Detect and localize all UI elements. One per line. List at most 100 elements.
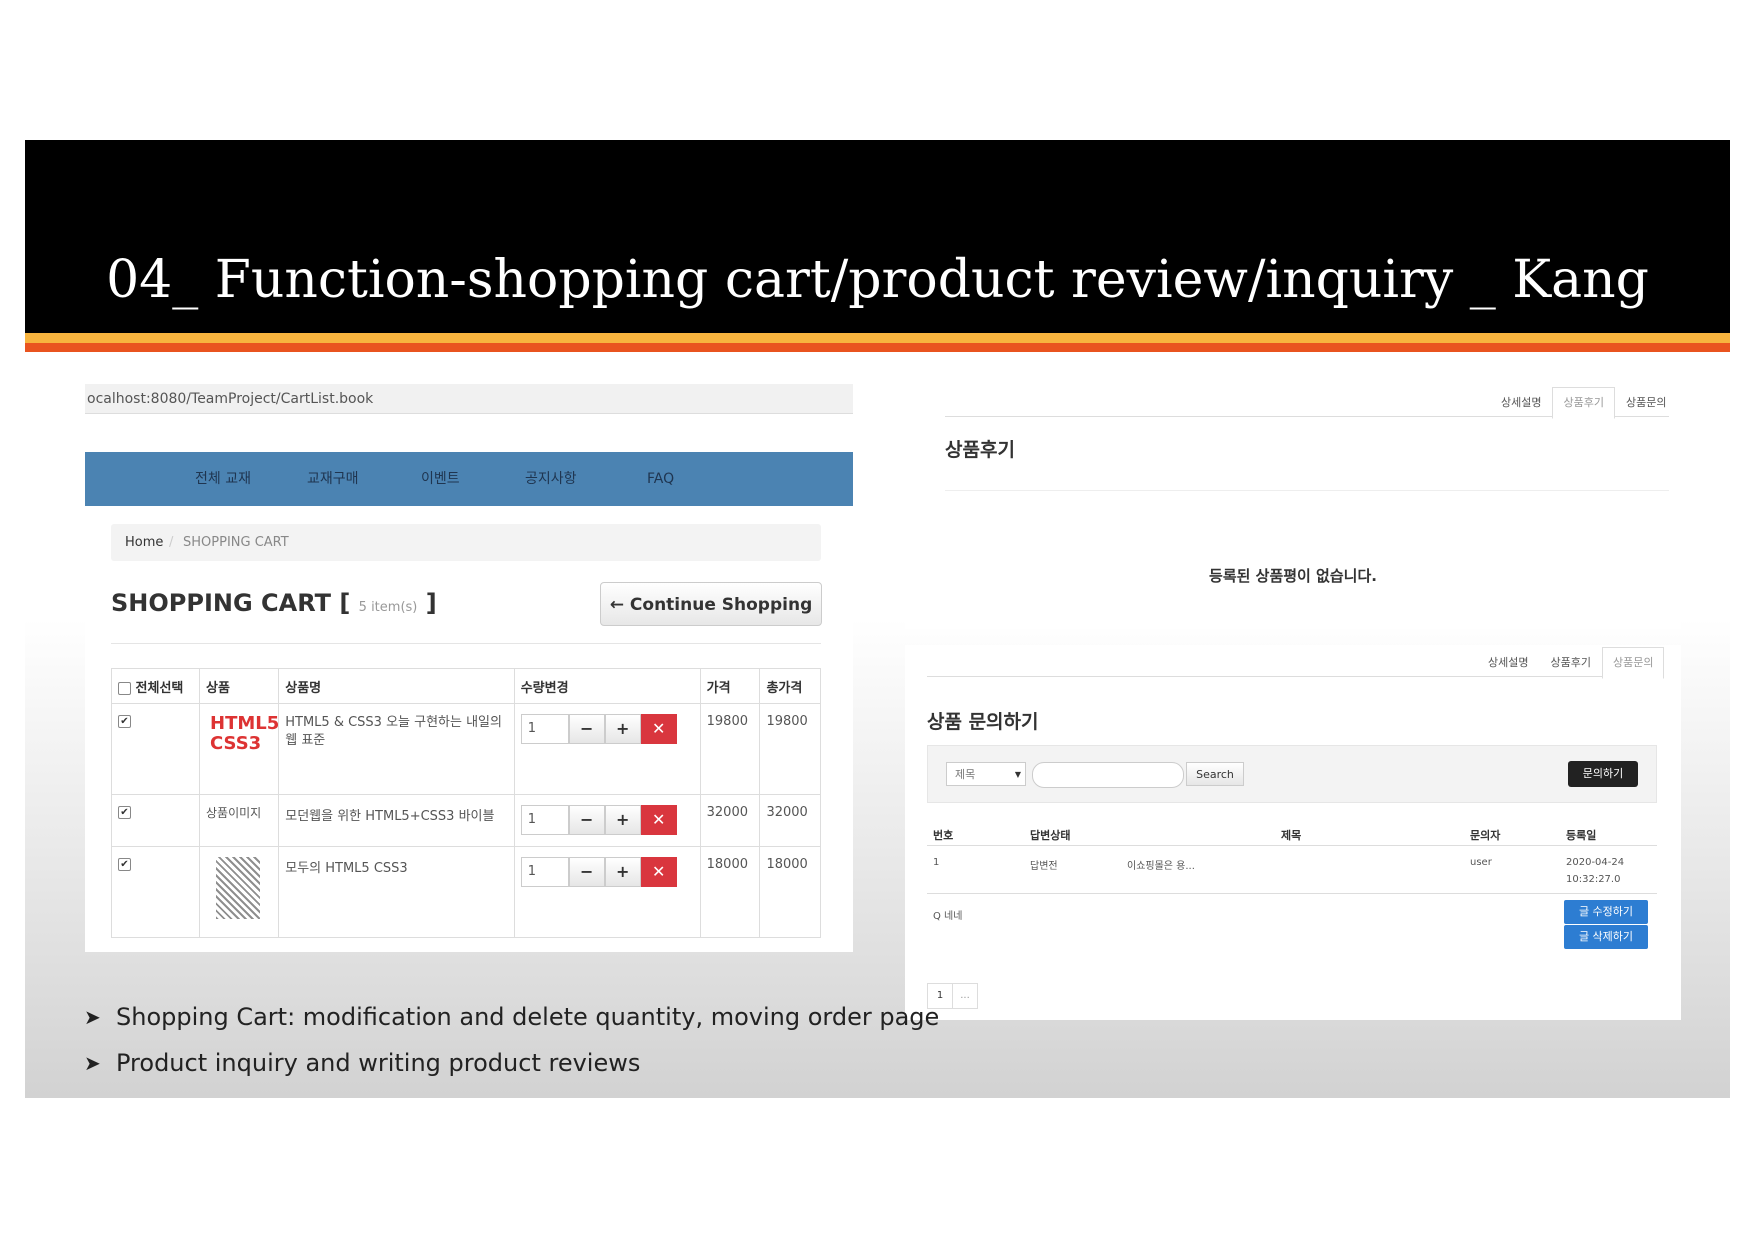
slide: 04_ Function-shopping cart/product revie…: [25, 140, 1730, 1098]
search-button[interactable]: Search: [1186, 762, 1244, 786]
col-total: 총가격: [759, 668, 821, 704]
total-price: 18000: [759, 846, 821, 938]
delete-post-button[interactable]: 글 삭제하기: [1564, 925, 1648, 949]
nav-item-all-books[interactable]: 전체 교재: [195, 452, 251, 506]
remove-button[interactable]: ✕: [640, 805, 677, 835]
quantity-stepper: 1− + ✕: [520, 805, 694, 835]
question-text: Q 네네: [933, 911, 963, 922]
nav-item-notice[interactable]: 공지사항: [525, 452, 577, 506]
product-name: 모두의 HTML5 CSS3: [278, 846, 515, 938]
page-link-more[interactable]: ...: [952, 983, 978, 1009]
bracket-open: [: [339, 589, 351, 617]
breadcrumb: Home / SHOPPING CART: [111, 524, 821, 561]
book-cover-text: HTML5 CSS3: [210, 713, 280, 754]
accent-stripe-orange: [25, 343, 1730, 352]
arrow-bullet-icon: ➤: [84, 1051, 101, 1075]
accent-stripe-yellow: [25, 333, 1730, 343]
bullet-text: Shopping Cart: modification and delete q…: [116, 1003, 940, 1031]
quantity-stepper: 1− + ✕: [520, 714, 694, 744]
inquiry-title-link[interactable]: 이쇼핑몰은 용...: [1127, 857, 1195, 872]
cart-table: 전체선택 상품 상품명 수량변경 가격 총가격 ✔ HTML5 CSS3 HTM…: [110, 668, 821, 938]
title-banner: 04_ Function-shopping cart/product revie…: [25, 140, 1730, 333]
nav-item-faq[interactable]: FAQ: [647, 452, 674, 506]
increase-button[interactable]: +: [604, 857, 641, 887]
tab-reviews[interactable]: 상품후기: [1539, 647, 1601, 679]
divider: [111, 643, 821, 644]
inquiry-tabs: 상세설명 상품후기 상품문의: [1477, 647, 1665, 679]
total-price: 19800: [759, 703, 821, 795]
quantity-input[interactable]: 1: [520, 714, 569, 744]
tab-reviews[interactable]: 상품후기: [1552, 387, 1615, 419]
remove-button[interactable]: ✕: [640, 714, 677, 744]
col-price: 가격: [699, 668, 761, 704]
row-checkbox[interactable]: ✔: [118, 806, 131, 819]
search-type-select[interactable]: 제목 ▼: [946, 762, 1026, 786]
row-checkbox[interactable]: ✔: [118, 858, 131, 871]
address-bar[interactable]: ocalhost:8080/TeamProject/CartList.book: [85, 384, 853, 414]
breadcrumb-current: SHOPPING CART: [183, 535, 289, 550]
table-row: ✔ HTML5 CSS3 HTML5 & CSS3 오늘 구현하는 내일의 웹 …: [110, 703, 821, 795]
inquiry-heading: 상품 문의하기: [927, 711, 1039, 733]
col-product: 상품: [199, 668, 280, 704]
tab-details[interactable]: 상세설명: [1477, 647, 1539, 679]
col-select-all-label: 전체선택: [135, 680, 184, 696]
inquiry-time: 10:32:27.0: [1566, 874, 1621, 885]
search-input[interactable]: [1032, 762, 1184, 788]
divider: [927, 893, 1657, 894]
arrow-left-icon: ←: [609, 595, 624, 615]
review-tabs: 상세설명 상품후기 상품문의: [1490, 387, 1677, 419]
arrow-bullet-icon: ➤: [84, 1005, 101, 1029]
table-header-row: 전체선택 상품 상품명 수량변경 가격 총가격: [110, 668, 821, 704]
review-screenshot: 상세설명 상품후기 상품문의 상품후기 등록된 상품평이 없습니다.: [905, 385, 1681, 629]
edit-post-button[interactable]: 글 수정하기: [1564, 900, 1648, 924]
row-checkbox[interactable]: ✔: [118, 715, 131, 728]
col-quantity: 수량변경: [513, 668, 701, 704]
empty-review-message: 등록된 상품평이 없습니다.: [1209, 567, 1377, 585]
remove-button[interactable]: ✕: [640, 857, 677, 887]
nav-item-event[interactable]: 이벤트: [421, 452, 460, 506]
continue-shopping-button[interactable]: ← Continue Shopping: [600, 582, 822, 626]
price: 32000: [699, 794, 761, 847]
cart-screenshot: ocalhost:8080/TeamProject/CartList.book …: [85, 384, 853, 952]
tab-inquiry[interactable]: 상품문의: [1601, 647, 1665, 679]
divider: [927, 845, 1657, 846]
decrease-button[interactable]: −: [568, 857, 605, 887]
quantity-stepper: 1− + ✕: [520, 857, 694, 887]
col-title: 제목: [1281, 829, 1302, 842]
breadcrumb-home[interactable]: Home: [125, 524, 163, 561]
col-number: 번호: [933, 829, 954, 842]
total-price: 32000: [759, 794, 821, 847]
decrease-button[interactable]: −: [568, 805, 605, 835]
bullet-text: Product inquiry and writing product revi…: [116, 1049, 641, 1077]
inquiry-date: 2020-04-24: [1566, 857, 1625, 868]
review-heading: 상품후기: [945, 439, 1015, 461]
search-bar: 제목 ▼ Search 문의하기: [927, 745, 1657, 803]
col-answer-status: 답변상태: [1030, 829, 1071, 842]
main-nav: 전체 교재 교재구매 이벤트 공지사항 FAQ: [85, 452, 853, 506]
tab-details[interactable]: 상세설명: [1490, 387, 1552, 419]
price: 19800: [699, 703, 761, 795]
product-name: 모던웹을 위한 HTML5+CSS3 바이블: [278, 794, 515, 847]
nav-item-purchase[interactable]: 교재구매: [307, 452, 359, 506]
col-date: 등록일: [1566, 829, 1597, 842]
ask-question-button[interactable]: 문의하기: [1568, 761, 1638, 787]
tab-inquiry[interactable]: 상품문의: [1615, 387, 1677, 419]
col-product-name: 상품명: [278, 668, 515, 704]
col-select-all: 전체선택: [110, 668, 201, 704]
select-all-checkbox[interactable]: [118, 681, 131, 695]
search-type-value: 제목: [955, 768, 976, 781]
caret-down-icon: ▼: [1014, 770, 1021, 779]
increase-button[interactable]: +: [604, 805, 641, 835]
quantity-input[interactable]: 1: [520, 805, 569, 835]
product-name: HTML5 & CSS3 오늘 구현하는 내일의 웹 표준: [278, 703, 515, 795]
table-row: ✔ 상품이미지 모던웹을 위한 HTML5+CSS3 바이블 1− + ✕ 3200…: [110, 794, 821, 847]
price: 18000: [699, 846, 761, 938]
increase-button[interactable]: +: [604, 714, 641, 744]
continue-shopping-label: Continue Shopping: [629, 595, 813, 615]
decrease-button[interactable]: −: [568, 714, 605, 744]
book-cover-pattern: [216, 857, 261, 919]
quantity-input[interactable]: 1: [520, 857, 569, 887]
col-author: 문의자: [1470, 829, 1501, 842]
divider: [945, 490, 1669, 491]
inquiry-screenshot: 상세설명 상품후기 상품문의 상품 문의하기 제목 ▼ Search 문의하기 번…: [905, 645, 1681, 1020]
